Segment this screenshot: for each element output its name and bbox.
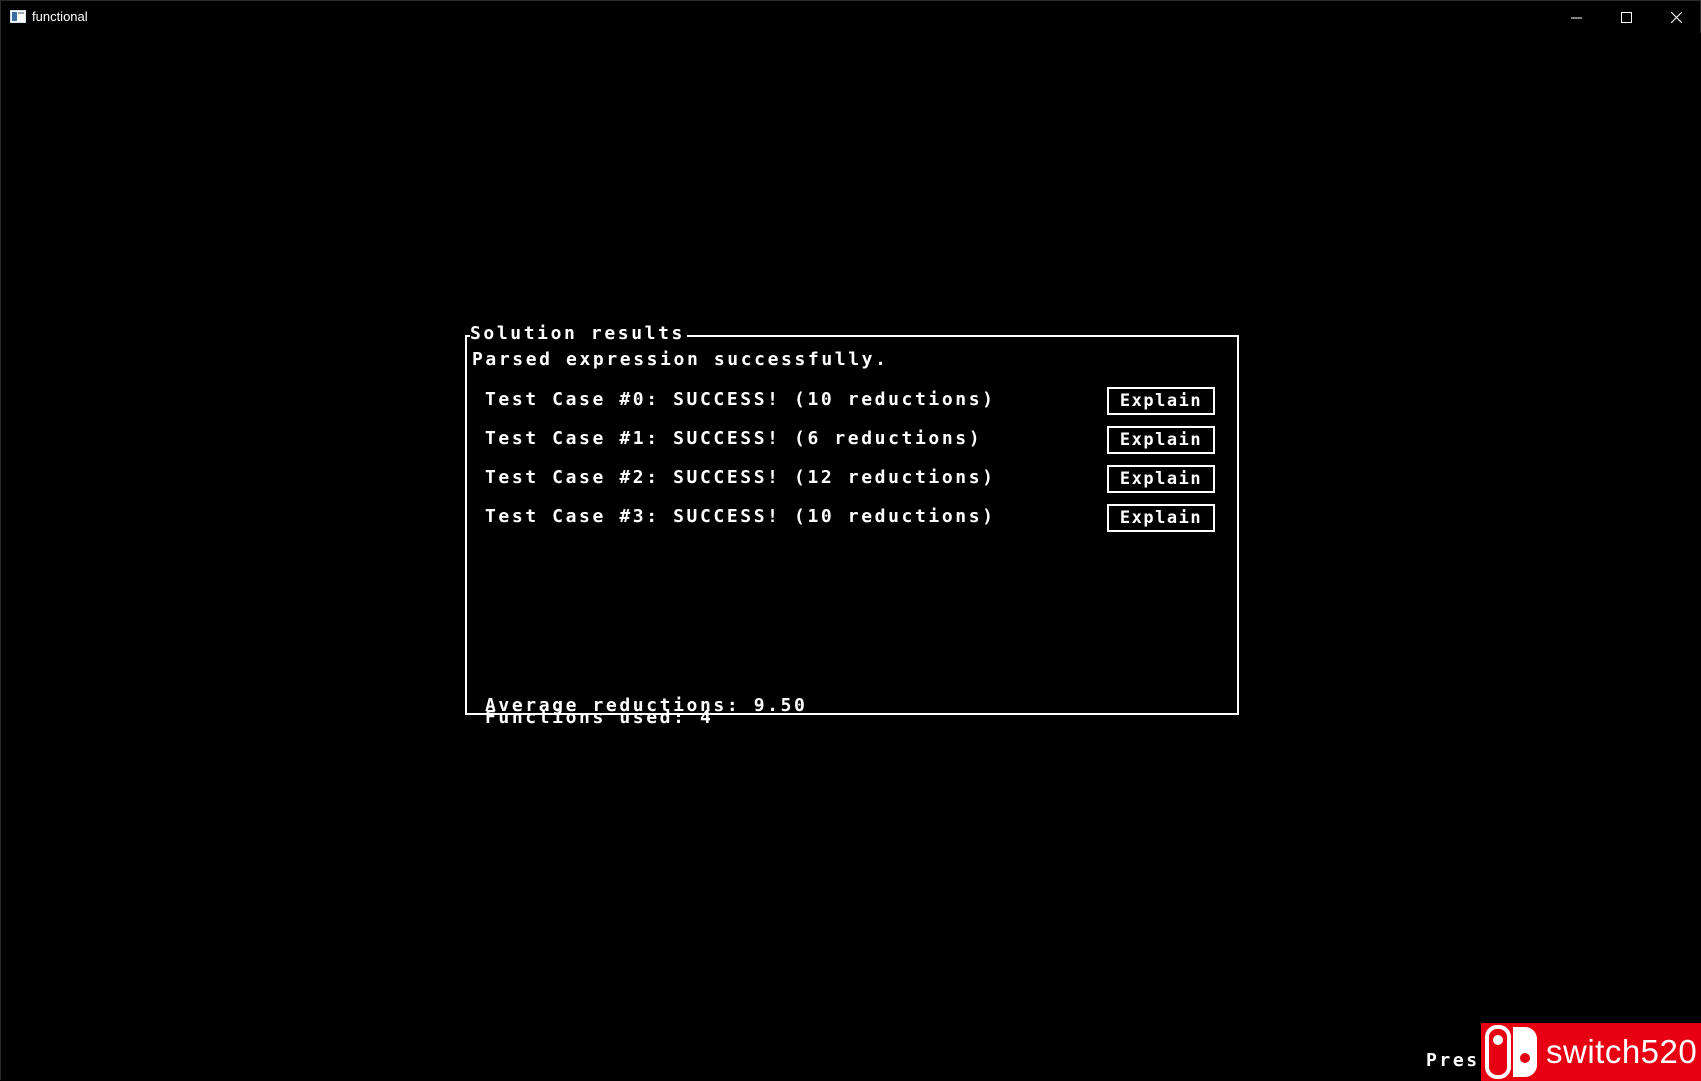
test-case-row: Test Case #1: SUCCESS! (6 reductions) Ex…: [485, 426, 1225, 454]
watermark: switch520: [1481, 1023, 1701, 1081]
press-prompt: Pres: [1426, 1050, 1480, 1071]
explain-button[interactable]: Explain: [1107, 426, 1215, 454]
close-button[interactable]: [1651, 1, 1701, 33]
test-case-text: Test Case #3: SUCCESS! (10 reductions): [485, 506, 996, 527]
app-window: functional Solution results Parsed expre…: [0, 0, 1701, 1081]
switch-logo-icon: [1485, 1025, 1537, 1079]
maximize-button[interactable]: [1601, 1, 1651, 33]
window-title: functional: [32, 9, 88, 24]
close-icon: [1670, 11, 1682, 23]
explain-button[interactable]: Explain: [1107, 504, 1215, 532]
solution-results-panel: Solution results Parsed expression succe…: [465, 323, 1239, 727]
title-bar[interactable]: functional: [1, 1, 1700, 33]
maximize-icon: [1620, 11, 1632, 23]
test-case-row: Test Case #0: SUCCESS! (10 reductions) E…: [485, 387, 1225, 415]
test-case-row: Test Case #2: SUCCESS! (12 reductions) E…: [485, 465, 1225, 493]
explain-button[interactable]: Explain: [1107, 465, 1215, 493]
minimize-icon: [1570, 17, 1582, 18]
minimize-button[interactable]: [1551, 1, 1601, 33]
parse-status: Parsed expression successfully.: [472, 349, 889, 370]
app-window-icon: [10, 10, 26, 23]
test-case-text: Test Case #0: SUCCESS! (10 reductions): [485, 389, 996, 410]
test-case-text: Test Case #2: SUCCESS! (12 reductions): [485, 467, 996, 488]
explain-button[interactable]: Explain: [1107, 387, 1215, 415]
functions-used: Functions used: 4: [485, 707, 714, 728]
panel-title: Solution results: [470, 323, 687, 345]
test-case-row: Test Case #3: SUCCESS! (10 reductions) E…: [485, 504, 1225, 532]
test-case-text: Test Case #1: SUCCESS! (6 reductions): [485, 428, 983, 449]
watermark-text: switch520: [1546, 1033, 1698, 1070]
